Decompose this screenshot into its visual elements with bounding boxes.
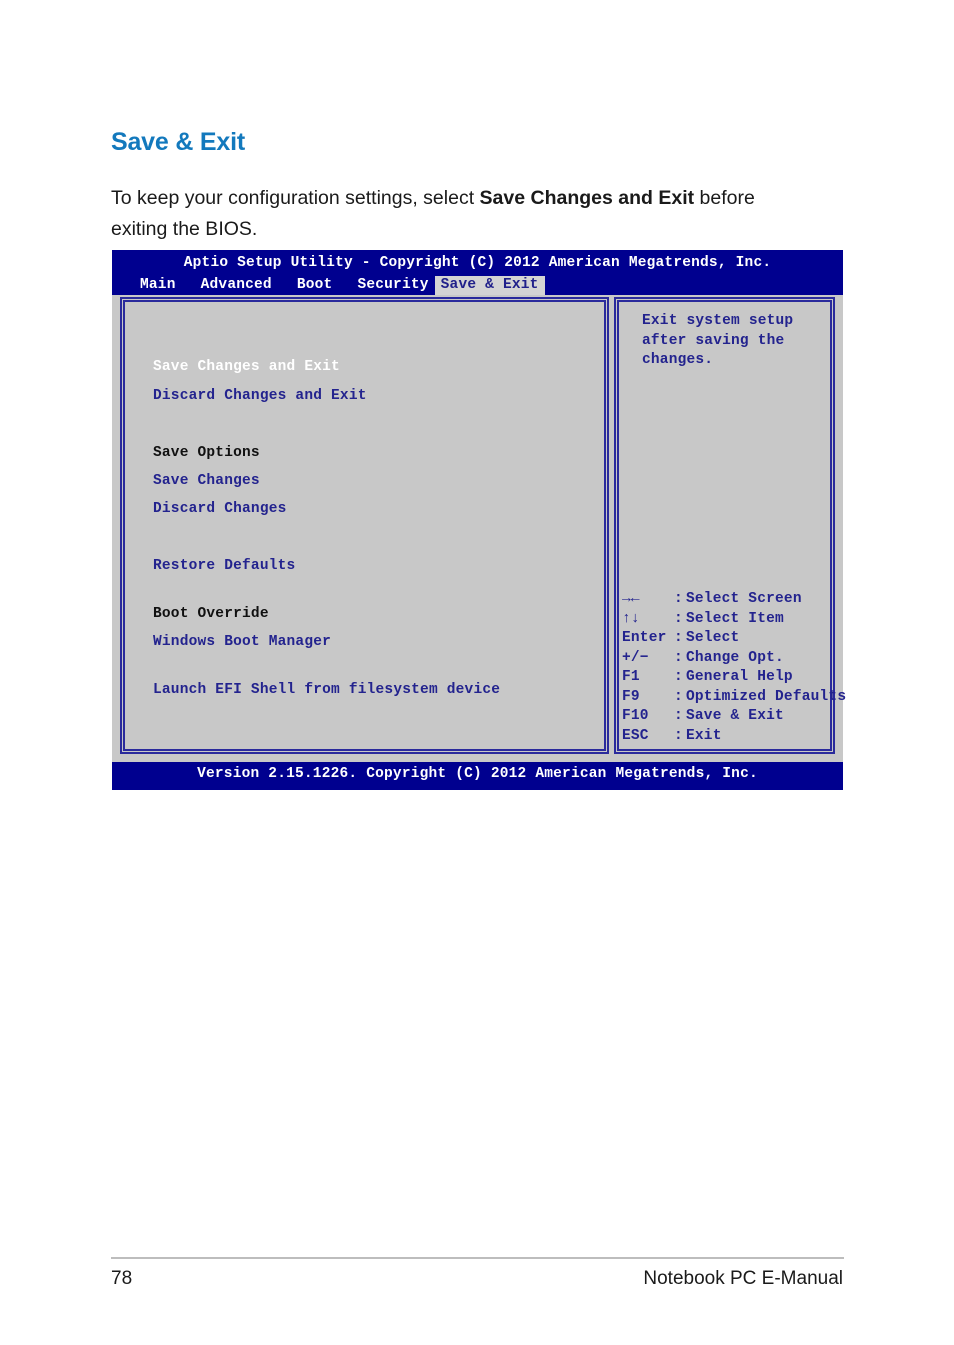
page-title: Save & Exit [111,127,245,156]
bios-legend-row: ↑↓: Select Item [622,611,834,631]
bios-legend-key: F1 [622,669,640,685]
bios-legend-key: Enter [622,630,667,646]
intro-text-bold: Save Changes and Exit [479,186,695,209]
intro-paragraph: To keep your configuration settings, sel… [111,183,811,245]
bios-key-legend: →←: Select Screen ↑↓: Select Item Enter: Sele… [622,591,846,748]
bios-menu-item-discard-changes[interactable]: Discard Changes [153,501,287,517]
bios-title-bar: Aptio Setup Utility - Copyright (C) 2012… [112,250,843,295]
intro-text-prefix: To keep your configuration settings, sel… [111,186,480,209]
bios-legend-key: +/− [622,649,649,666]
bios-legend-action: Exit [686,727,722,744]
bios-menu-item-restore-defaults[interactable]: Restore Defaults [153,558,295,574]
bios-legend-action: Save & Exit [686,708,784,724]
bios-menu-item-save-changes[interactable]: Save Changes [153,473,260,489]
bios-legend-row: F1: General Help [622,669,834,689]
bios-legend-separator: : [674,630,683,646]
bios-legend-row: F10: Save & Exit [622,708,834,728]
bios-legend-separator: : [674,649,683,666]
bios-panels: Save Changes and Exit Discard Changes and… [112,295,846,762]
bios-legend-action: Select Screen [686,591,802,607]
manual-page: Save & Exit To keep your configuration s… [0,0,954,1345]
bios-legend-separator: : [674,669,683,685]
bios-legend-action: Change Opt. [686,649,784,666]
bios-legend-action: Optimized Defaults [686,688,847,705]
bios-menu-item-save-changes-and-exit[interactable]: Save Changes and Exit [153,359,340,375]
bios-legend-separator: : [674,591,683,607]
bios-version-text: Version 2.15.1226. Copyright (C) 2012 Am… [197,766,758,782]
page-number: 78 [111,1268,133,1289]
bios-tab-save-exit[interactable]: Save & Exit [434,276,545,295]
bios-menu-panel: Save Changes and Exit Discard Changes and… [120,297,609,754]
bios-tab-advanced[interactable]: Advanced [195,276,278,295]
bios-legend-separator: : [674,727,683,744]
bios-legend-separator: : [674,688,683,705]
bios-section-save-options: Save Options [153,445,260,461]
bios-legend-key: ↑↓ [622,610,640,627]
bios-legend-row: F9: Optimized Defaults [622,688,846,709]
bios-title-text: Aptio Setup Utility - Copyright (C) 2012… [183,255,772,271]
bios-legend-row: ESC: Exit [622,728,834,748]
bios-legend-separator: : [674,708,683,724]
bios-legend-action: General Help [686,669,793,685]
bios-legend-key: ESC [622,727,649,744]
bios-menu-item-windows-boot-manager[interactable]: Windows Boot Manager [153,634,331,650]
footer-divider [111,1257,844,1259]
bios-section-boot-override: Boot Override [153,606,269,622]
tab-spacer [338,284,351,287]
bios-help-line: Exit system setup [642,313,794,329]
bios-legend-separator: : [674,610,683,627]
bios-legend-row: Enter: Select [622,630,834,650]
bios-legend-action: Select Item [686,610,784,627]
bios-menu-item-discard-changes-and-exit[interactable]: Discard Changes and Exit [153,388,367,404]
bios-legend-row: +/−: Change Opt. [622,650,834,670]
bios-legend-action: Select [686,630,740,646]
bios-tab-security[interactable]: Security [351,276,434,295]
footer-manual-title: Notebook PC E-Manual [643,1268,843,1289]
bios-legend-key: F10 [622,708,649,724]
tab-spacer [182,284,195,287]
bios-tab-main[interactable]: Main [134,276,182,295]
bios-tab-boot[interactable]: Boot [291,276,339,295]
bios-help-panel: Exit system setup after saving the changes… [614,297,846,754]
bios-screenshot: Aptio Setup Utility - Copyright (C) 2012… [112,250,846,790]
bios-footer-bar: Version 2.15.1226. Copyright (C) 2012 Am… [112,762,843,790]
bios-help-line: changes. [642,352,714,368]
bios-help-line: after saving the [642,332,785,349]
tab-spacer [278,284,291,287]
bios-legend-key: →← [622,591,640,607]
bios-tab-bar: Main Advanced Boot Security Save & Exit [112,276,843,295]
bios-legend-key: F9 [622,688,640,705]
bios-menu-item-launch-efi-shell-from-filesystem-device[interactable]: Launch EFI Shell from filesystem device [153,682,500,698]
bios-legend-row: →←: Select Screen [622,591,834,611]
